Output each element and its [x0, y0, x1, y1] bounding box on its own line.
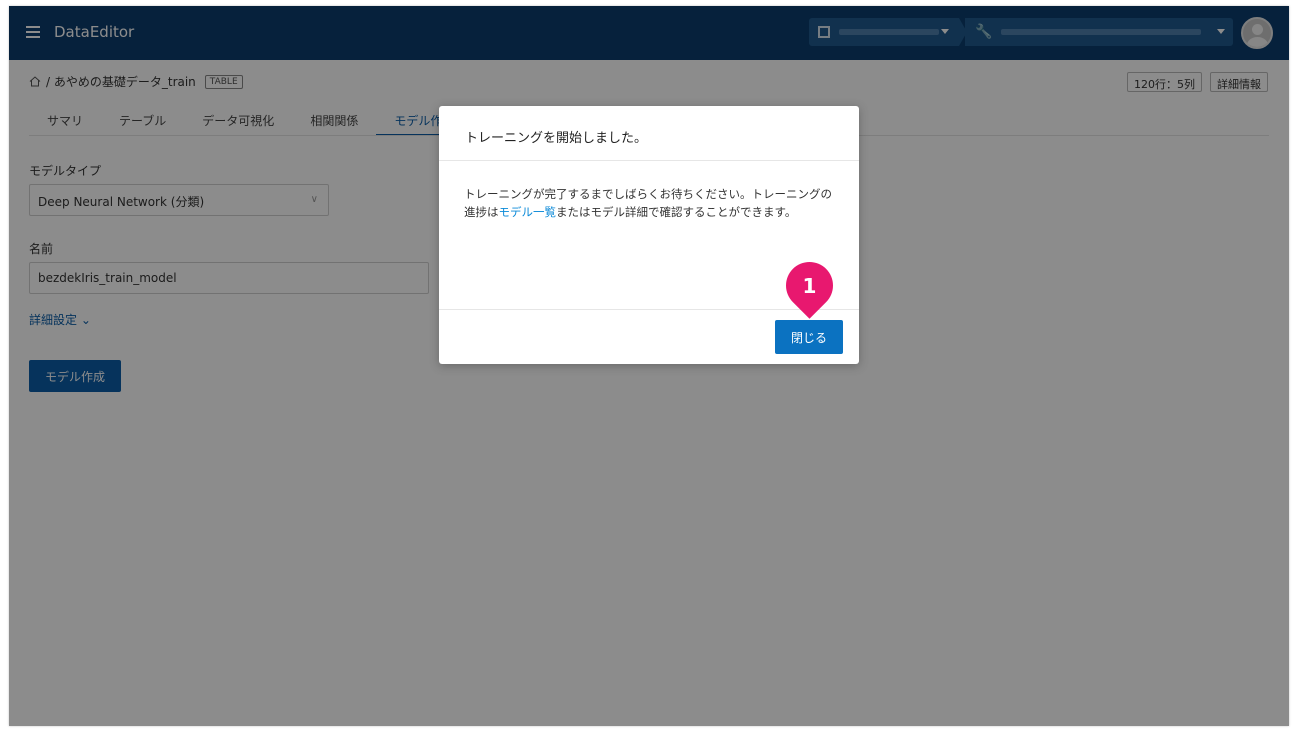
- training-started-dialog: トレーニングを開始しました。 トレーニングが完了するまでしばらくお待ちください。…: [439, 106, 859, 364]
- close-button[interactable]: 閉じる: [775, 320, 843, 354]
- app-window: DataEditor 🔧 / あやめの基礎データ_train TABLE 120…: [9, 6, 1289, 726]
- dialog-text-part2: またはモデル詳細で確認することができます。: [556, 205, 797, 219]
- step-marker-number: 1: [802, 273, 817, 298]
- model-list-link[interactable]: モデル一覧: [499, 205, 557, 219]
- dialog-title: トレーニングを開始しました。: [465, 131, 648, 146]
- dialog-divider: [439, 160, 859, 161]
- dialog-message: トレーニングが完了するまでしばらくお待ちください。トレーニングの進捗はモデル一覧…: [464, 185, 839, 221]
- dialog-footer-divider: [439, 309, 859, 310]
